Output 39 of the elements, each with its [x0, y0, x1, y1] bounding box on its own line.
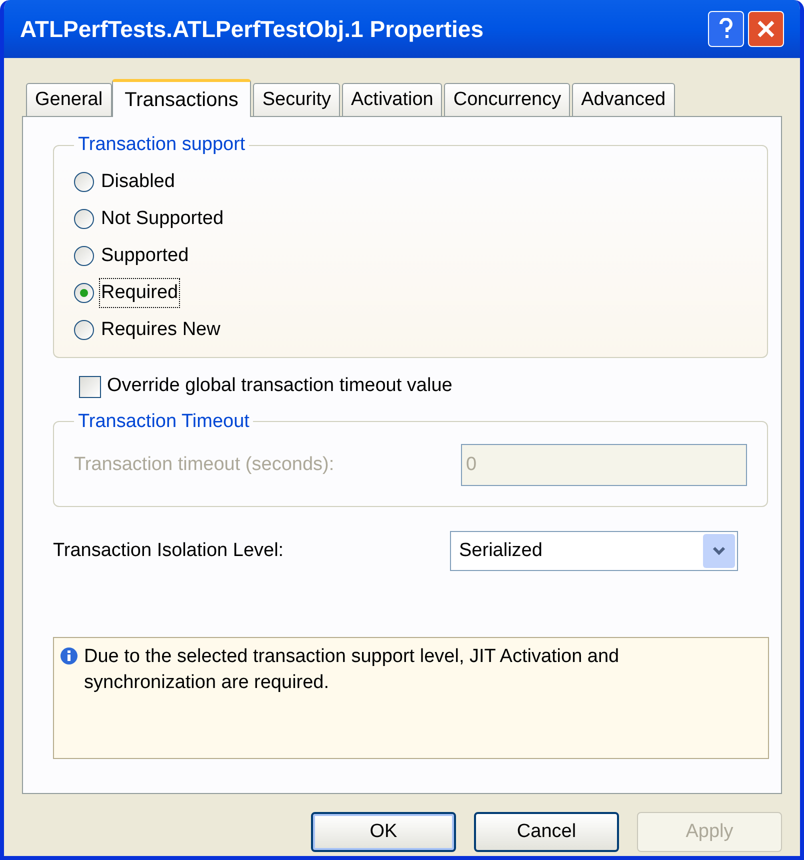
radio-option[interactable]: Not Supported — [74, 200, 747, 238]
radio-option[interactable]: Supported — [74, 238, 747, 274]
radio-button[interactable] — [74, 246, 94, 266]
radio-option[interactable]: Requires New — [74, 312, 747, 348]
dialog-button[interactable]: OK — [311, 812, 456, 852]
tab[interactable]: Concurrency — [444, 83, 570, 116]
radio-label: Not Supported — [100, 206, 225, 231]
radio-option[interactable]: Disabled — [74, 164, 747, 200]
checkbox[interactable] — [79, 376, 101, 398]
tab[interactable]: General — [26, 83, 112, 116]
info-icon — [60, 647, 78, 665]
group-title: Transaction Timeout — [77, 410, 250, 434]
tab[interactable]: Transactions — [112, 79, 252, 117]
tab[interactable]: Security — [253, 83, 340, 116]
radio-button[interactable] — [74, 320, 94, 340]
radio-button[interactable] — [74, 209, 94, 229]
timeout-label: Transaction timeout (seconds): — [74, 452, 334, 477]
radio-button[interactable] — [74, 283, 94, 303]
radio-label: Requires New — [100, 318, 222, 342]
checkbox-label: Override global transaction timeout value — [107, 374, 452, 398]
close-icon — [756, 19, 776, 39]
help-button[interactable] — [708, 11, 744, 47]
tab[interactable]: Activation — [342, 83, 442, 116]
radio-label: Required — [100, 278, 180, 308]
dialog-button[interactable]: Cancel — [474, 812, 619, 852]
group-title: Transaction support — [77, 133, 246, 157]
override-checkbox-row[interactable]: Override global transaction timeout value — [79, 372, 751, 402]
isolation-level-dropdown[interactable]: Serialized — [450, 531, 738, 571]
radio-option[interactable]: Required — [74, 274, 747, 312]
dropdown-value: Serialized — [459, 538, 544, 563]
tab[interactable]: Advanced — [572, 83, 675, 116]
window-title: ATLPerfTests.ATLPerfTestObj.1 Properties — [20, 14, 485, 44]
radio-button[interactable] — [74, 172, 94, 192]
isolation-level-label: Transaction Isolation Level: — [53, 538, 285, 563]
radio-label: Supported — [100, 244, 190, 268]
question-mark-icon — [718, 18, 734, 40]
radio-label: Disabled — [100, 170, 176, 194]
close-button[interactable] — [748, 11, 784, 47]
info-text: Due to the selected transaction support level, JIT Activation and synchronization are required. — [84, 645, 620, 695]
